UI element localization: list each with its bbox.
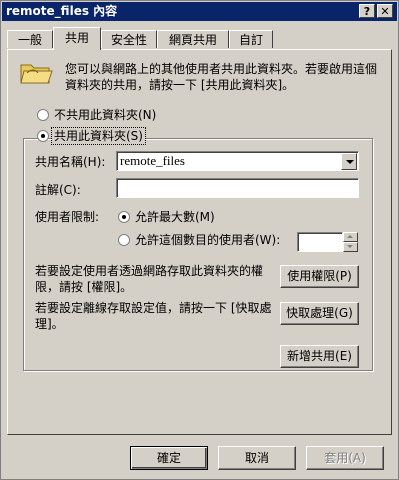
spin-up-icon[interactable] [343, 232, 358, 242]
tab-general[interactable]: 一般 [7, 30, 53, 48]
chevron-down-icon[interactable] [341, 153, 357, 170]
tab-strip: 一般 共用 安全性 網頁共用 自訂 [7, 27, 392, 50]
share-name-label: 共用名稱(H): [35, 155, 106, 169]
allow-users-label[interactable]: 允許這個數目的使用者(W): [135, 232, 280, 248]
share-name-value: remote_files [120, 153, 185, 168]
sharing-description: 您可以與網路上的其他使用者共用此資料夾。若要啟用這個資料夾的共用，請按一下 [共… [65, 62, 378, 92]
no-share-radio[interactable] [37, 109, 49, 121]
spin-down-icon[interactable] [343, 242, 358, 252]
caching-text: 若要設定離線存取設定值，請按一下 [快取處理]。 [35, 301, 272, 331]
comment-field[interactable] [116, 178, 359, 198]
apply-button[interactable]: 套用(A) [306, 446, 384, 470]
no-share-label[interactable]: 不共用此資料夾(N) [54, 107, 156, 123]
share-name-dropdown[interactable]: remote_files [116, 151, 359, 171]
user-count-field[interactable] [297, 232, 343, 252]
permissions-text: 若要設定使用者透過網路存取此資料夾的權限，請按 [權限]。 [35, 264, 264, 294]
tab-customize[interactable]: 自訂 [229, 30, 273, 48]
user-limit-label: 使用者限制: [35, 210, 100, 224]
comment-label: 註解(C): [35, 183, 81, 197]
ok-button[interactable]: 確定 [130, 446, 208, 470]
close-button[interactable]: ✕ [377, 4, 393, 18]
help-button[interactable]: ? [359, 4, 375, 18]
window-title: remote_files 內容 [6, 4, 118, 18]
properties-window: remote_files 內容 ? ✕ 一般 共用 安全性 網頁共用 自訂 您可… [0, 0, 399, 480]
share-label[interactable]: 共用此資料夾(S) [51, 127, 146, 145]
max-allowed-label[interactable]: 允許最大數(M) [135, 209, 215, 225]
cancel-button[interactable]: 取消 [218, 446, 296, 470]
allow-users-radio[interactable] [118, 234, 130, 246]
caching-button[interactable]: 快取處理(G) [280, 302, 359, 325]
user-count-spinner[interactable] [297, 232, 359, 252]
share-settings-group [23, 138, 373, 371]
title-bar[interactable]: remote_files 內容 ? ✕ [2, 2, 397, 21]
permissions-button[interactable]: 使用權限(P) [280, 265, 359, 288]
tab-web-sharing[interactable]: 網頁共用 [157, 30, 229, 48]
tab-sharing[interactable]: 共用 [53, 27, 101, 50]
share-radio[interactable] [37, 130, 49, 142]
tab-security[interactable]: 安全性 [101, 30, 157, 48]
new-share-button[interactable]: 新增共用(E) [280, 345, 359, 368]
shared-folder-icon [20, 64, 53, 84]
max-allowed-radio[interactable] [118, 211, 130, 223]
